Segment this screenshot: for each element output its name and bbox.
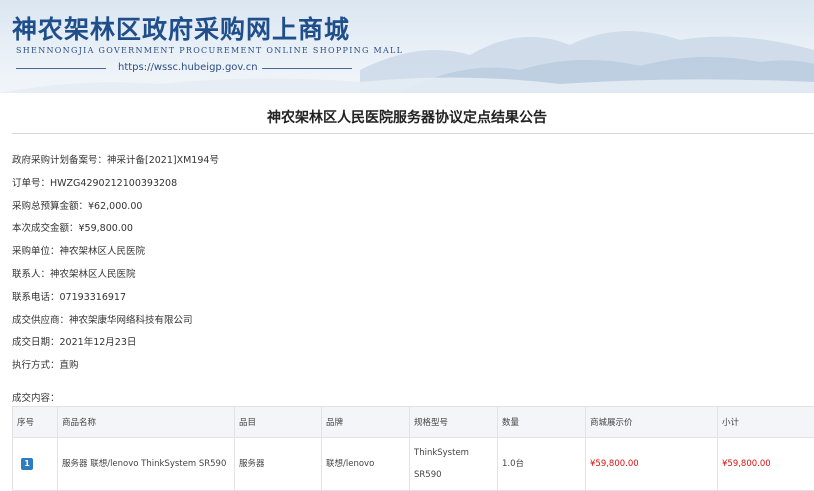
row-number-badge: 1 xyxy=(21,458,33,470)
title-divider xyxy=(12,133,814,134)
field-contact: 联系人：神农架林区人民医院 xyxy=(12,266,136,280)
quantity-cell: 1.0台 xyxy=(498,438,586,491)
field-execution-method: 执行方式：直购 xyxy=(12,357,79,371)
field-supplier: 成交供应商：神农架康华网络科技有限公司 xyxy=(12,312,193,326)
site-title: 神农架林区政府采购网上商城 xyxy=(12,10,350,46)
site-url[interactable]: https://wssc.hubeigp.gov.cn xyxy=(118,62,258,73)
table-header-row: 序号 商品名称 品目 品牌 规格型号 数量 商城展示价 小计 xyxy=(13,407,814,438)
column-header: 品目 xyxy=(235,407,322,438)
field-deal-date: 成交日期：2021年12月23日 xyxy=(12,334,136,348)
column-header: 品牌 xyxy=(322,407,410,438)
subtotal-cell: ¥59,800.00 xyxy=(718,438,814,491)
price-cell: ¥59,800.00 xyxy=(586,438,718,491)
column-header: 规格型号 xyxy=(410,407,498,438)
product-name-cell: 服务器 联想/lenovo ThinkSystem SR590 xyxy=(58,438,235,491)
site-subtitle: SHENNONGJIA GOVERNMENT PROCUREMENT ONLIN… xyxy=(16,46,403,55)
field-plan-number: 政府采购计划备案号：神采计备[2021]XM194号 xyxy=(12,152,219,166)
field-budget: 采购总预算金额：¥62,000.00 xyxy=(12,198,142,212)
notice-title: 神农架林区人民医院服务器协议定点结果公告 xyxy=(0,107,814,127)
deal-content-label: 成交内容： xyxy=(12,390,60,404)
model-cell: ThinkSystem SR590 xyxy=(410,438,498,491)
url-divider-right xyxy=(262,68,352,69)
category-cell: 服务器 xyxy=(235,438,322,491)
field-order-number: 订单号：HWZG4290212100393208 xyxy=(12,175,177,189)
column-header: 商品名称 xyxy=(58,407,235,438)
table-row: 1 服务器 联想/lenovo ThinkSystem SR590 服务器 联想… xyxy=(13,438,814,491)
deal-items-table: 序号 商品名称 品目 品牌 规格型号 数量 商城展示价 小计 1 服务器 联想/… xyxy=(12,406,814,491)
column-header: 商城展示价 xyxy=(586,407,718,438)
field-phone: 联系电话：07193316917 xyxy=(12,289,126,303)
field-purchaser: 采购单位：神农架林区人民医院 xyxy=(12,243,145,257)
column-header: 序号 xyxy=(13,407,58,438)
url-divider-left xyxy=(16,68,106,69)
header-banner: 神农架林区政府采购网上商城 SHENNONGJIA GOVERNMENT PRO… xyxy=(0,0,814,93)
column-header: 小计 xyxy=(718,407,814,438)
brand-cell: 联想/lenovo xyxy=(322,438,410,491)
field-deal-amount: 本次成交金额：¥59,800.00 xyxy=(12,220,133,234)
column-header: 数量 xyxy=(498,407,586,438)
